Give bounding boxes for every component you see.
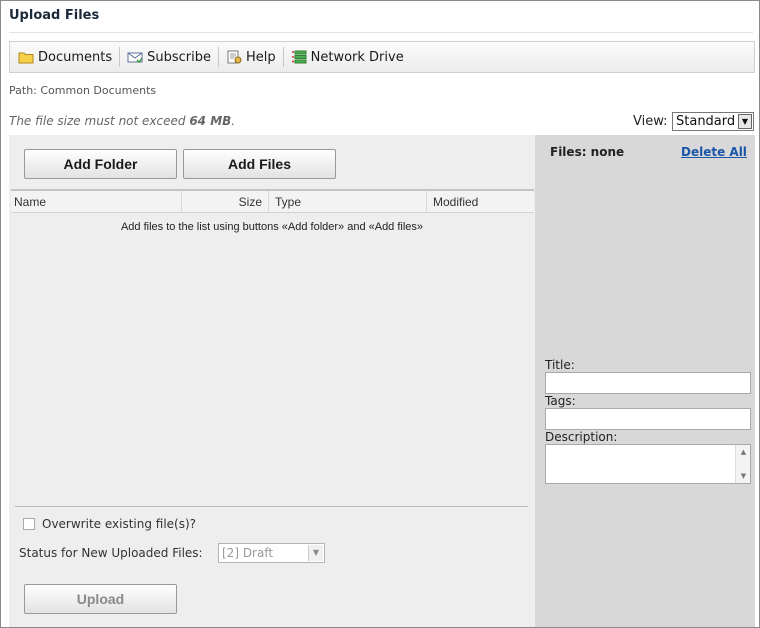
breadcrumb-path: Path: Common Documents xyxy=(9,84,157,97)
dialog-title: Upload Files xyxy=(9,8,100,23)
overwrite-label: Overwrite existing file(s)? xyxy=(42,517,197,531)
file-list-pane: Add Folder Add Files Name Size Type Modi… xyxy=(9,135,535,627)
view-selected-value: Standard xyxy=(676,114,736,129)
empty-list-message: Add files to the list using buttons «Add… xyxy=(120,221,424,233)
overwrite-option[interactable]: Overwrite existing file(s)? xyxy=(23,517,196,531)
options-divider xyxy=(15,506,528,507)
help-label: Help xyxy=(246,49,276,65)
upload-dialog: Upload Files Documents Subscribe Help Ne… xyxy=(0,0,760,628)
subscribe-label: Subscribe xyxy=(147,49,211,65)
column-header-modified[interactable]: Modified xyxy=(433,191,533,213)
scroll-up-icon[interactable]: ▲ xyxy=(736,448,751,456)
tags-input[interactable] xyxy=(545,408,751,430)
network-drive-icon xyxy=(291,50,307,64)
envelope-icon xyxy=(127,52,143,64)
limit-suffix: . xyxy=(231,114,236,128)
network-drive-label: Network Drive xyxy=(310,49,404,65)
limit-value: 64 MB xyxy=(189,114,232,128)
status-selected-value: [2] Draft xyxy=(222,546,274,560)
title-input[interactable] xyxy=(545,372,751,394)
scroll-down-icon[interactable]: ▼ xyxy=(736,472,751,480)
toolbar-separator xyxy=(119,47,121,67)
column-header-size[interactable]: Size xyxy=(183,191,269,213)
add-folder-button[interactable]: Add Folder xyxy=(24,149,177,179)
description-textarea[interactable]: ▲ ▼ xyxy=(545,444,751,484)
overwrite-checkbox[interactable] xyxy=(23,518,35,530)
file-size-limit: The file size must not exceed 64 MB. xyxy=(9,114,235,128)
view-select[interactable]: Standard ▼ xyxy=(672,112,754,131)
description-scrollbar[interactable]: ▲ ▼ xyxy=(735,445,750,483)
file-table-header: Name Size Type Modified xyxy=(11,189,534,213)
tags-label: Tags: xyxy=(545,394,576,408)
toolbar-separator xyxy=(282,47,284,67)
chevron-down-icon[interactable]: ▼ xyxy=(308,545,323,561)
help-document-icon xyxy=(227,50,242,64)
documents-label: Documents xyxy=(38,49,113,65)
limit-prefix: The file size must not exceed xyxy=(9,114,190,128)
chevron-down-icon[interactable]: ▼ xyxy=(738,114,752,129)
status-select[interactable]: [2] Draft ▼ xyxy=(218,543,325,563)
toolbar: Documents Subscribe Help Network Drive xyxy=(9,41,755,73)
column-header-type[interactable]: Type xyxy=(275,191,427,213)
delete-all-link[interactable]: Delete All xyxy=(681,145,747,159)
status-label: Status for New Uploaded Files: xyxy=(19,546,203,560)
toolbar-separator xyxy=(218,47,219,67)
folder-icon xyxy=(18,52,34,64)
description-label: Description: xyxy=(545,430,618,444)
files-count: Files: none xyxy=(550,145,625,159)
column-header-name[interactable]: Name xyxy=(14,191,182,213)
network-drive-button[interactable]: Network Drive xyxy=(287,46,408,68)
documents-button[interactable]: Documents xyxy=(14,46,116,68)
help-button[interactable]: Help xyxy=(222,46,280,68)
title-divider xyxy=(9,32,753,33)
upload-button[interactable]: Upload xyxy=(24,584,177,614)
file-details-pane: Files: none Delete All Title: Tags: Desc… xyxy=(535,135,755,627)
add-files-button[interactable]: Add Files xyxy=(183,149,336,179)
view-label: View: xyxy=(633,114,668,129)
subscribe-button[interactable]: Subscribe xyxy=(123,46,215,68)
title-label: Title: xyxy=(545,358,575,372)
